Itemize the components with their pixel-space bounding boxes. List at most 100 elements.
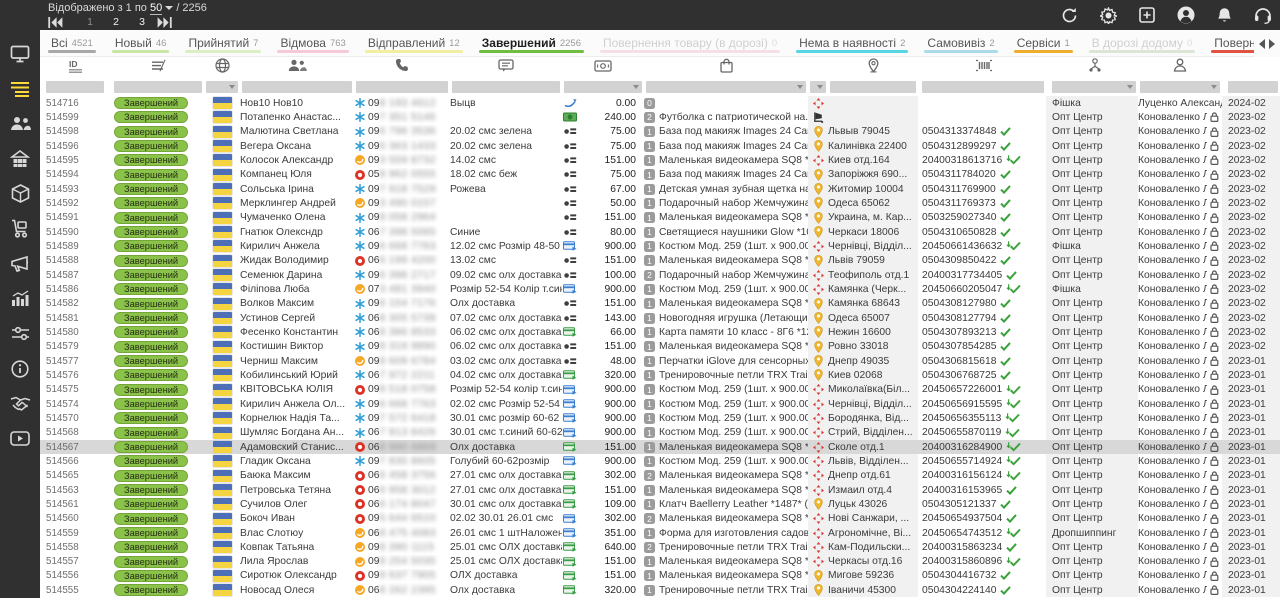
product-cell[interactable]: 1Костюм Мод. 259 (1шт. x 900.00...	[644, 454, 808, 468]
column-header-product[interactable]	[644, 57, 808, 78]
filter-input-phone[interactable]	[356, 81, 448, 93]
column-header-id[interactable]: ID	[40, 57, 106, 78]
table-row[interactable]: 514565 Завершений Баюка Максим 066 458 3…	[40, 469, 1280, 483]
table-row[interactable]: 514557 Завершений Лила Ярослав 098 254 5…	[40, 555, 1280, 569]
table-row[interactable]: 514586 Завершений Філіпова Люба 073 481 …	[40, 282, 1280, 296]
product-cell[interactable]: 1Тренировочные петли TRX Train...	[644, 583, 808, 597]
product-cell[interactable]: 2Тренировочные петли TRX Train...	[644, 540, 808, 554]
product-cell[interactable]: 1Светящиеся наушники Glow *10...	[644, 225, 808, 239]
product-cell[interactable]: 1Карта памяти 10 класс - 8Г6 *12...	[644, 325, 808, 339]
column-header-carrier[interactable]	[808, 57, 828, 78]
filter-input-payment[interactable]	[564, 81, 642, 93]
tab-новый[interactable]: Новый46	[104, 30, 178, 56]
product-cell[interactable]: 2Подарочный набор Жемчужина...	[644, 268, 808, 282]
product-cell[interactable]: 1База под макияж Images 24 Car...	[644, 139, 808, 153]
filter-input-product[interactable]	[646, 81, 806, 93]
product-cell[interactable]: 1База под макияж Images 24 Car...	[644, 168, 808, 182]
product-cell[interactable]: 1Маленькая видеокамера SQ8 *...	[644, 297, 808, 311]
column-header-client[interactable]	[240, 57, 354, 78]
filter-input-comment[interactable]	[452, 81, 560, 93]
product-cell[interactable]: 1Детская умная зубная щетка на...	[644, 182, 808, 196]
refresh-icon[interactable]	[1061, 7, 1078, 24]
table-row[interactable]: 514595 Завершений Колосок Александр 093 …	[40, 153, 1280, 167]
sidebar-item-partners[interactable]	[0, 386, 40, 421]
tab-повернення-товару-в-дорозі-[interactable]: Повернення товару (в дорозі)0	[592, 30, 788, 56]
per-page-select[interactable]: 50	[150, 2, 162, 15]
tab-відмова[interactable]: Відмова763	[269, 30, 356, 56]
table-row[interactable]: 514570 Завершений Корнелюк Надія Та... 0…	[40, 411, 1280, 425]
filter-input-client[interactable]	[242, 81, 352, 93]
product-cell[interactable]: 1Костюм Мод. 259 (1шт. x 900.00...	[644, 383, 808, 397]
filter-input-manager[interactable]	[1140, 81, 1220, 93]
table-row[interactable]: 514566 Завершений Гладик Оксана 097 835 …	[40, 454, 1280, 468]
table-row[interactable]: 514560 Завершений Бокоч Иван 095 644 651…	[40, 512, 1280, 526]
tabs-scroll-right-icon[interactable]	[1269, 39, 1275, 49]
table-row[interactable]: 514592 Завершений Мерклингер Андрей 093 …	[40, 196, 1280, 210]
table-row[interactable]: 514599 Завершений Потапенко Анастас... 0…	[40, 110, 1280, 124]
sidebar-item-purchases[interactable]	[0, 211, 40, 246]
tab-завершений[interactable]: Завершений2256	[471, 30, 592, 56]
product-cell[interactable]: 1Маленькая видеокамера SQ8 *...	[644, 483, 808, 497]
table-row[interactable]: 514582 Завершений Волков Максим 096 154 …	[40, 297, 1280, 311]
table-row[interactable]: 514591 Завершений Чумаченко Олена 098 05…	[40, 211, 1280, 225]
table-row[interactable]: 514555 Завершений Новосад Олеся 068 262 …	[40, 583, 1280, 597]
table-row[interactable]: 514587 Завершений Семенюк Дарина 096 398…	[40, 268, 1280, 282]
product-cell[interactable]: 1Костюм Мод. 259 (1шт. x 900.00...	[644, 239, 808, 253]
table-row[interactable]: 514568 Завершений Шумляс Богдана Ан... 0…	[40, 426, 1280, 440]
product-cell[interactable]: 1Костюм Мод. 259 (1шт. x 900.00...	[644, 397, 808, 411]
table-row[interactable]: 514596 Завершений Вегера Оксана 096 363 …	[40, 139, 1280, 153]
sidebar-item-statistics[interactable]	[0, 281, 40, 316]
product-cell[interactable]: 1Новогодняя игрушка (Летающи...	[644, 311, 808, 325]
table-row[interactable]: 514598 Завершений Малютина Светлана 096 …	[40, 125, 1280, 139]
tab-сервіси[interactable]: Сервіси1	[1006, 30, 1081, 56]
table-row[interactable]: 514576 Завершений Кобилинський Юрий 067 …	[40, 368, 1280, 382]
table-row[interactable]: 514716 Завершений Нов10 Нов10 098 193 46…	[40, 96, 1280, 110]
support-icon[interactable]	[1254, 7, 1272, 24]
product-cell[interactable]: 2Маленькая видеокамера SQ8 *...	[644, 469, 808, 483]
tab-всі[interactable]: Всі4521	[40, 30, 104, 56]
product-cell[interactable]: 1Форма для изготовления садов...	[644, 526, 808, 540]
table-row[interactable]: 514594 Завершений Компанец Юля 058 962 0…	[40, 168, 1280, 182]
product-cell[interactable]: 1Маленькая видеокамера SQ8 *...	[644, 254, 808, 268]
product-cell[interactable]: 1Маленькая видеокамера SQ8 *...	[644, 555, 808, 569]
sidebar-item-orders[interactable]	[0, 71, 40, 106]
tab-нема-в-наявності[interactable]: Нема в наявності2	[788, 30, 916, 56]
column-header-date[interactable]	[1222, 57, 1280, 78]
page-number[interactable]: 1	[77, 16, 103, 28]
table-row[interactable]: 514575 Завершений КВІТОВСЬКА ЮЛІЯ 098 51…	[40, 383, 1280, 397]
table-row[interactable]: 514580 Завершений Фесенко Константин 068…	[40, 325, 1280, 339]
sidebar-item-marketing[interactable]	[0, 246, 40, 281]
column-header-status[interactable]	[106, 57, 204, 78]
sidebar-item-company[interactable]	[0, 141, 40, 176]
table-row[interactable]: 514593 Завершений Сольська Ірина 097 918…	[40, 182, 1280, 196]
column-header-city[interactable]	[828, 57, 918, 78]
table-row[interactable]: 514588 Завершений Жидак Володимир 066 19…	[40, 254, 1280, 268]
tab-прийнятий[interactable]: Прийнятий7	[177, 30, 269, 56]
filter-input-source[interactable]	[1052, 81, 1136, 93]
notifications-icon[interactable]	[1217, 7, 1232, 24]
column-header-source[interactable]	[1046, 57, 1138, 78]
table-row[interactable]: 514567 Завершений Адамовский Станис... 0…	[40, 440, 1280, 454]
sidebar-item-info[interactable]	[0, 351, 40, 386]
product-cell[interactable]: 1База под макияж Images 24 Car...	[644, 125, 808, 139]
table-row[interactable]: 514589 Завершений Кирилич Анжела 096 668…	[40, 239, 1280, 253]
table-row[interactable]: 514558 Завершений Ковпак Татьяна 098 390…	[40, 540, 1280, 554]
product-cell[interactable]: 1Маленькая видеокамера SQ8 *...	[644, 340, 808, 354]
tab-відправлений[interactable]: Відправлений12	[357, 30, 471, 56]
page-number[interactable]: 2	[103, 16, 129, 28]
filter-input-date[interactable]	[1228, 81, 1278, 93]
product-cell[interactable]: 1Клатч Baellerry Leather *1487* (1...	[644, 497, 808, 511]
filter-input-status[interactable]	[114, 81, 202, 93]
settings-icon[interactable]	[1100, 7, 1117, 24]
filter-input-country[interactable]	[206, 81, 238, 93]
tab-самовивіз[interactable]: Самовивіз2	[916, 30, 1005, 56]
table-row[interactable]: 514577 Завершений Черниш Максим 098 609 …	[40, 354, 1280, 368]
product-cell[interactable]: 2Маленькая видеокамера SQ8 *...	[644, 512, 808, 526]
product-cell[interactable]: 1Маленькая видеокамера SQ8 *...	[644, 440, 808, 454]
product-cell[interactable]: 1Перчатки iGlove для сенсорных ...	[644, 354, 808, 368]
add-order-icon[interactable]	[1139, 7, 1155, 23]
column-header-comment[interactable]	[450, 57, 562, 78]
product-cell[interactable]: 1Костюм Мод. 259 (1шт. x 900.00...	[644, 411, 808, 425]
product-cell[interactable]: 1Костюм Мод. 259 (1шт. x 900.00...	[644, 426, 808, 440]
tabs-scroll-left-icon[interactable]	[1259, 39, 1265, 49]
